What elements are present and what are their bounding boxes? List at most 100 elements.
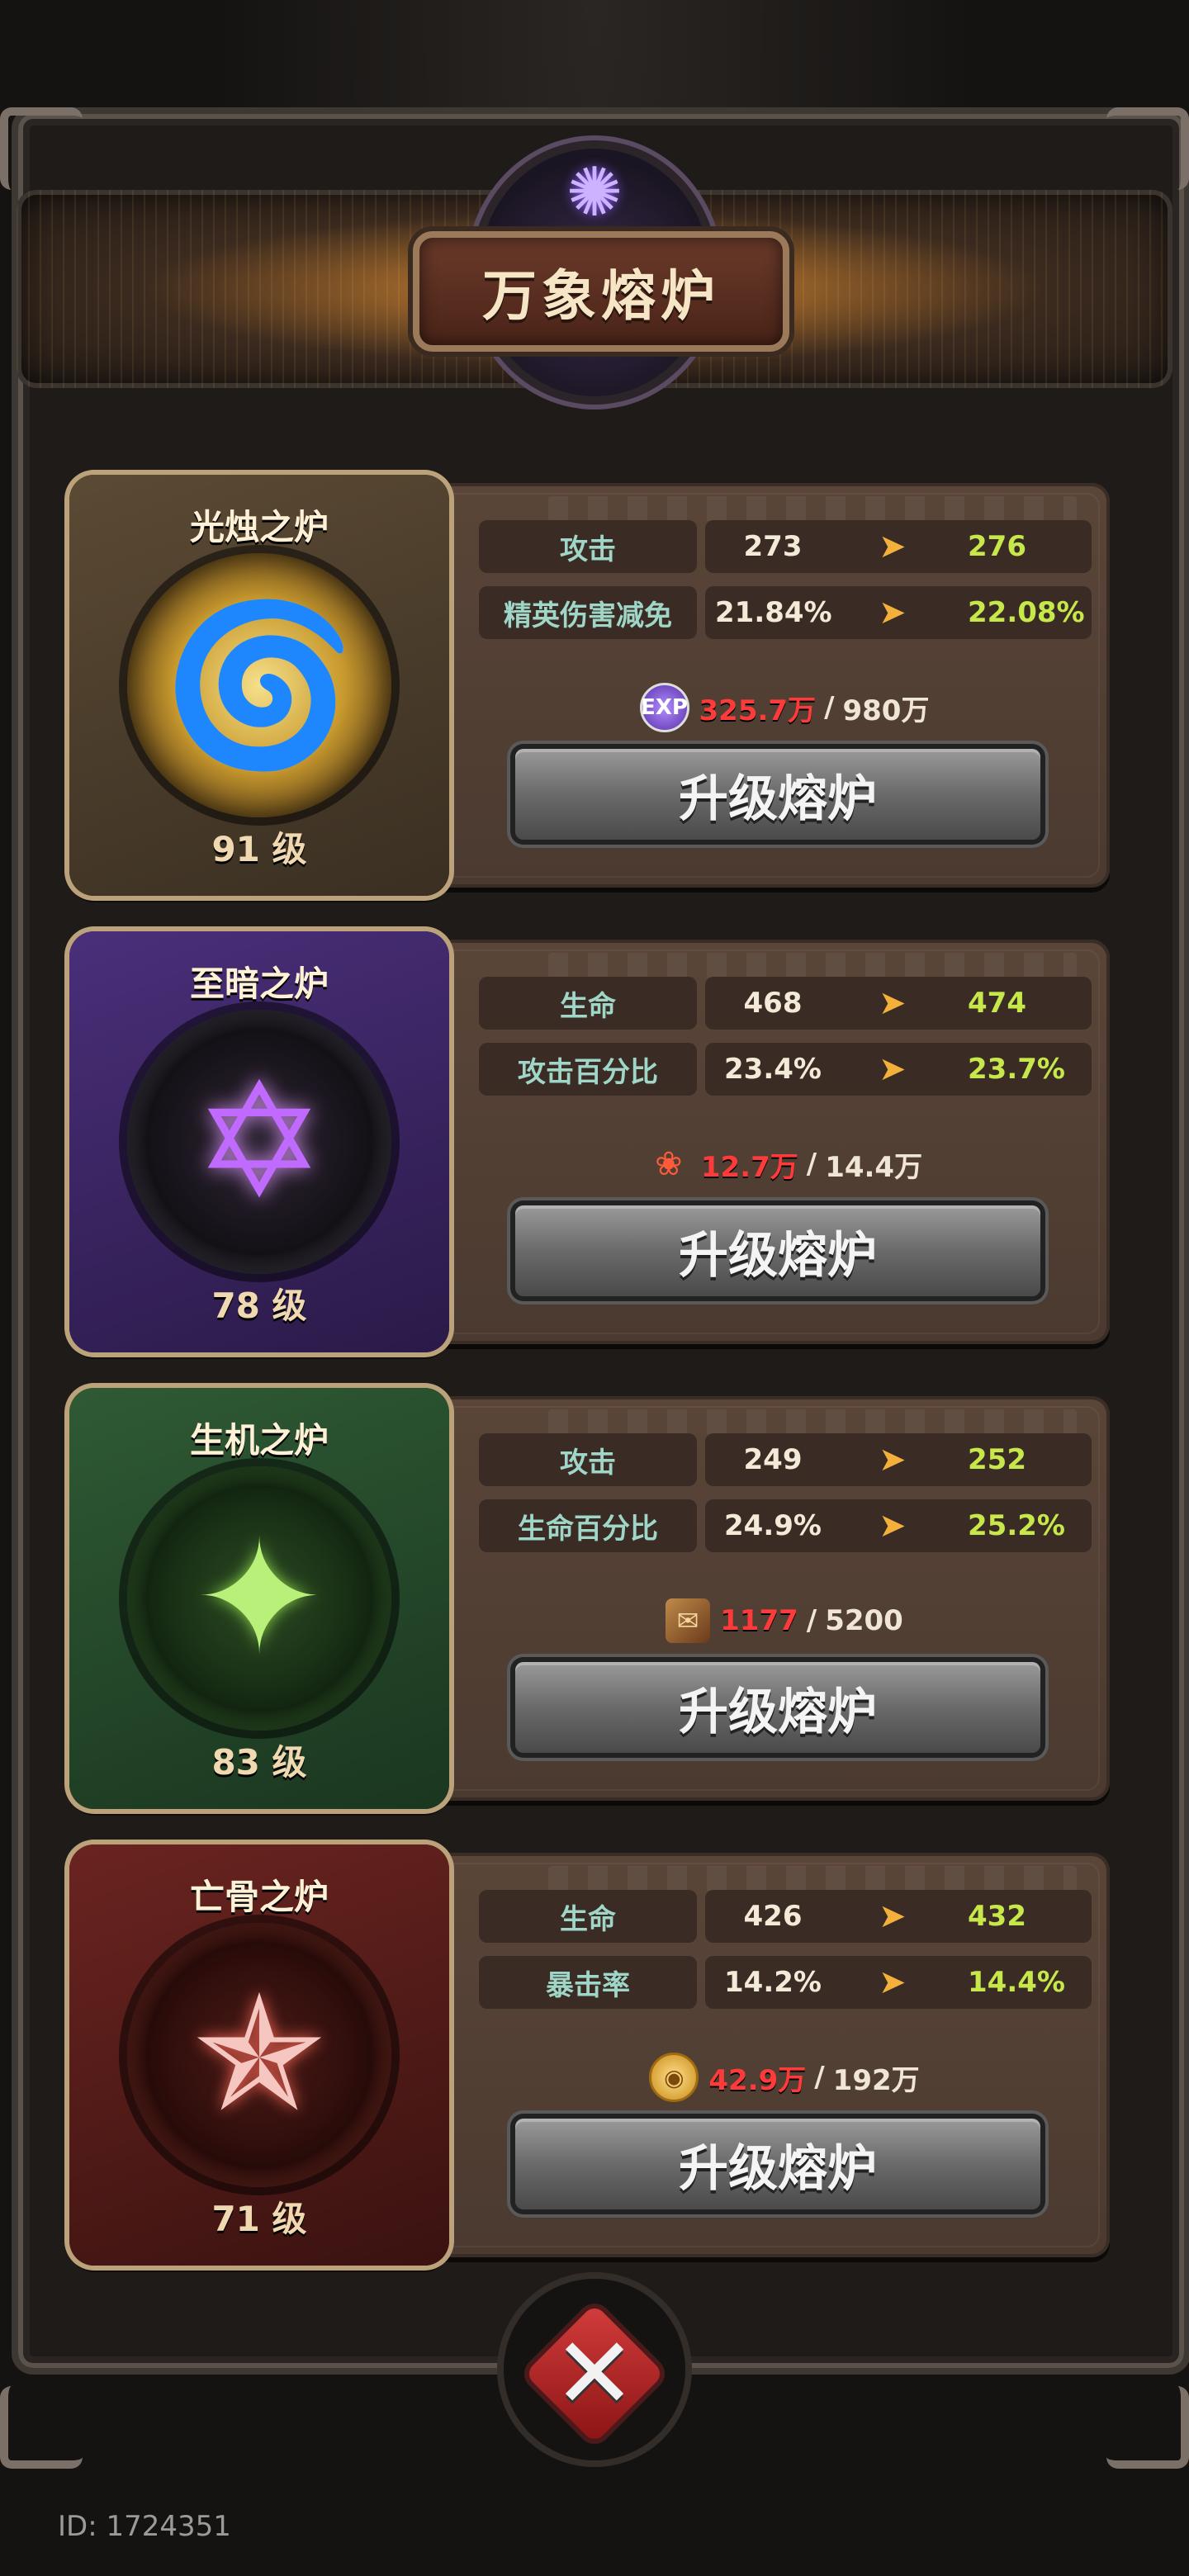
stat-label: 生命百分比 (479, 1499, 697, 1552)
gold-coin-icon: ◉ (649, 2053, 699, 2102)
stat-current: 468 (743, 987, 803, 1020)
stat-next: 276 (968, 520, 1092, 573)
stat-row: 精英伤害减免 21.84% ➤ 22.08% (479, 586, 1092, 639)
upgrade-furnace-button[interactable]: 升级熔炉 (515, 749, 1040, 840)
scroll-icon: ✉ (666, 1598, 711, 1643)
stat-values: 273 ➤ 276 (705, 520, 1092, 573)
furnace-badge: 光烛之炉 🌀 91 级 (69, 475, 449, 896)
card-decoration (548, 953, 1077, 978)
stat-values: 21.84% ➤ 22.08% (705, 586, 1092, 639)
card-decoration (548, 496, 1077, 521)
stat-next: 22.08% (968, 586, 1092, 639)
stat-row: 攻击 273 ➤ 276 (479, 520, 1092, 573)
furnace-card: 光烛之炉 🌀 91 级 攻击 273 ➤ 276 精英伤害减免 21.84% ➤… (69, 475, 1110, 896)
stat-label: 攻击 (479, 520, 697, 573)
frame-corner-ornament (0, 2386, 83, 2469)
furnace-badge: 生机之炉 ✦ 83 级 (69, 1388, 449, 1809)
arrow-right-icon: ➤ (879, 1507, 907, 1545)
cost-max: 192万 (832, 2063, 920, 2097)
stat-row: 生命百分比 24.9% ➤ 25.2% (479, 1499, 1092, 1552)
cost-current: 12.7万 (700, 1150, 798, 1184)
stat-current: 23.4% (724, 1053, 822, 1086)
upgrade-furnace-button[interactable]: 升级熔炉 (515, 2119, 1040, 2209)
cost-max: 14.4万 (825, 1150, 923, 1184)
arrow-right-icon: ➤ (879, 594, 907, 632)
stat-values: 249 ➤ 252 (705, 1433, 1092, 1486)
upgrade-cost: EXP 325.7万 / 980万 (479, 683, 1090, 732)
frame-corner-ornament (0, 107, 83, 190)
arrow-right-icon: ➤ (879, 1897, 907, 1935)
stat-next: 474 (968, 977, 1092, 1030)
upgrade-furnace-button[interactable]: 升级熔炉 (515, 1662, 1040, 1753)
furnace-level: 91 级 (211, 829, 307, 869)
stat-row: 生命 426 ➤ 432 (479, 1890, 1092, 1943)
furnace-card: 亡骨之炉 ✯ 71 级 生命 426 ➤ 432 暴击率 14.2% ➤ 14.… (69, 1844, 1110, 2266)
swirl-icon: 🌀 (161, 594, 358, 776)
furnace-card: 生机之炉 ✦ 83 级 攻击 249 ➤ 252 生命百分比 24.9% ➤ 2… (69, 1388, 1110, 1809)
crystal-flower-icon: ❀ (655, 1145, 683, 1183)
stat-next: 432 (968, 1890, 1092, 1943)
stat-next: 25.2% (968, 1499, 1092, 1552)
stat-current: 24.9% (724, 1509, 822, 1542)
cost-max: 980万 (842, 694, 930, 727)
title-plate: 万象熔炉 (413, 231, 789, 352)
cost-current: 325.7万 (699, 694, 817, 727)
furnace-level: 83 级 (211, 1742, 307, 1783)
stat-next: 14.4% (968, 1956, 1092, 2009)
furnace-badge: 至暗之炉 ✡ 78 级 (69, 931, 449, 1352)
arrow-right-icon: ➤ (879, 1963, 907, 2001)
cost-current: 1177 (720, 1604, 798, 1637)
player-id: ID: 1724351 (58, 2510, 231, 2543)
stat-values: 23.4% ➤ 23.7% (705, 1043, 1092, 1096)
arrow-right-icon: ➤ (879, 984, 907, 1022)
card-decoration (548, 1409, 1077, 1434)
card-decoration (548, 1866, 1077, 1891)
stat-row: 生命 468 ➤ 474 (479, 977, 1092, 1030)
furnace-name: 亡骨之炉 (189, 1877, 329, 1917)
stat-next: 252 (968, 1433, 1092, 1486)
arrow-right-icon: ➤ (879, 1050, 907, 1088)
stat-row: 攻击百分比 23.4% ➤ 23.7% (479, 1043, 1092, 1096)
exp-icon: EXP (639, 683, 689, 732)
frame-corner-ornament (1106, 2386, 1189, 2469)
stat-current: 14.2% (724, 1966, 822, 1999)
upgrade-cost: ✉ 1177 / 5200 (479, 1596, 1090, 1646)
close-button[interactable]: ✕ (524, 2304, 665, 2444)
cost-separator: / (824, 691, 835, 724)
cost-separator: / (806, 1148, 817, 1181)
swirl-emblem-icon: ✺ (566, 153, 623, 232)
stat-values: 426 ➤ 432 (705, 1890, 1092, 1943)
upgrade-furnace-button[interactable]: 升级熔炉 (515, 1205, 1040, 1296)
furnace-badge: 亡骨之炉 ✯ 71 级 (69, 1844, 449, 2266)
stat-values: 468 ➤ 474 (705, 977, 1092, 1030)
furnace-level: 71 级 (211, 2199, 307, 2239)
stat-label: 暴击率 (479, 1956, 697, 2009)
upgrade-cost: ◉ 42.9万 / 192万 (479, 2053, 1090, 2102)
arrow-right-icon: ➤ (879, 1441, 907, 1479)
leaf-star-icon: ✦ (193, 1507, 325, 1689)
stat-label: 精英伤害减免 (479, 586, 697, 639)
stat-values: 14.2% ➤ 14.4% (705, 1956, 1092, 2009)
furnace-level: 78 级 (211, 1286, 307, 1326)
stat-row: 暴击率 14.2% ➤ 14.4% (479, 1956, 1092, 2009)
stat-next: 23.7% (968, 1043, 1092, 1096)
stat-row: 攻击 249 ➤ 252 (479, 1433, 1092, 1486)
stat-current: 249 (743, 1443, 803, 1476)
stat-label: 生命 (479, 977, 697, 1030)
stat-label: 生命 (479, 1890, 697, 1943)
stat-values: 24.9% ➤ 25.2% (705, 1499, 1092, 1552)
furnace-name: 至暗之炉 (189, 964, 329, 1004)
stat-current: 21.84% (715, 596, 832, 629)
bone-star-icon: ✯ (193, 1963, 325, 2146)
furnace-name: 生机之炉 (189, 1420, 329, 1461)
frame-corner-ornament (1106, 107, 1189, 190)
furnace-card: 至暗之炉 ✡ 78 级 生命 468 ➤ 474 攻击百分比 23.4% ➤ 2… (69, 931, 1110, 1352)
hexagram-icon: ✡ (193, 1050, 325, 1233)
cost-max: 5200 (825, 1604, 903, 1637)
stat-current: 426 (743, 1900, 803, 1933)
stat-label: 攻击 (479, 1433, 697, 1486)
cost-separator: / (814, 2061, 825, 2094)
stat-label: 攻击百分比 (479, 1043, 697, 1096)
cost-current: 42.9万 (708, 2063, 807, 2097)
upgrade-cost: ❀ 12.7万 / 14.4万 (479, 1139, 1090, 1189)
